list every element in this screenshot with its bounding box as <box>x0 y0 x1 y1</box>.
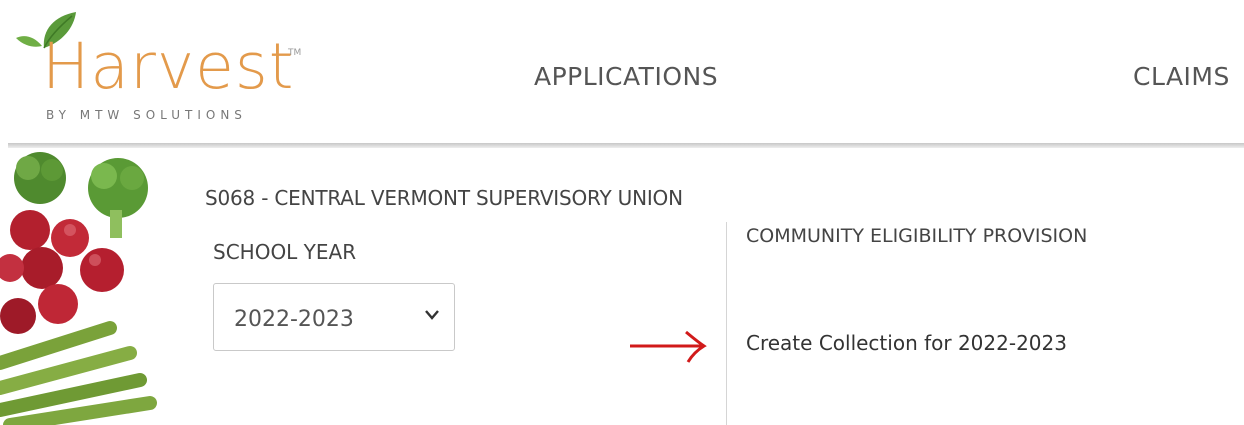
school-year-select[interactable]: 2022-2023 <box>213 283 455 351</box>
logo-trademark: TM <box>288 48 302 58</box>
logo-wordmark: Harvest <box>42 30 295 103</box>
top-header: Harvest TM BY MTW SOLUTIONS APPLICATIONS… <box>0 0 1244 140</box>
create-collection-link[interactable]: Create Collection for 2022-2023 <box>746 331 1067 355</box>
harvest-logo[interactable]: Harvest TM BY MTW SOLUTIONS <box>14 8 314 132</box>
header-divider <box>8 143 1244 148</box>
cep-heading: COMMUNITY ELIGIBILITY PROVISION <box>746 225 1088 247</box>
nav-claims[interactable]: CLAIMS <box>1133 62 1230 91</box>
school-year-label: SCHOOL YEAR <box>213 240 357 264</box>
school-year-value: 2022-2023 <box>234 307 354 332</box>
nav-applications[interactable]: APPLICATIONS <box>534 62 718 91</box>
red-arrow-annotation <box>630 330 707 363</box>
produce-image <box>0 148 175 425</box>
logo-tagline: BY MTW SOLUTIONS <box>46 108 247 122</box>
chevron-down-icon <box>425 310 439 320</box>
column-divider <box>726 222 727 425</box>
district-title: S068 - CENTRAL VERMONT SUPERVISORY UNION <box>205 186 683 210</box>
